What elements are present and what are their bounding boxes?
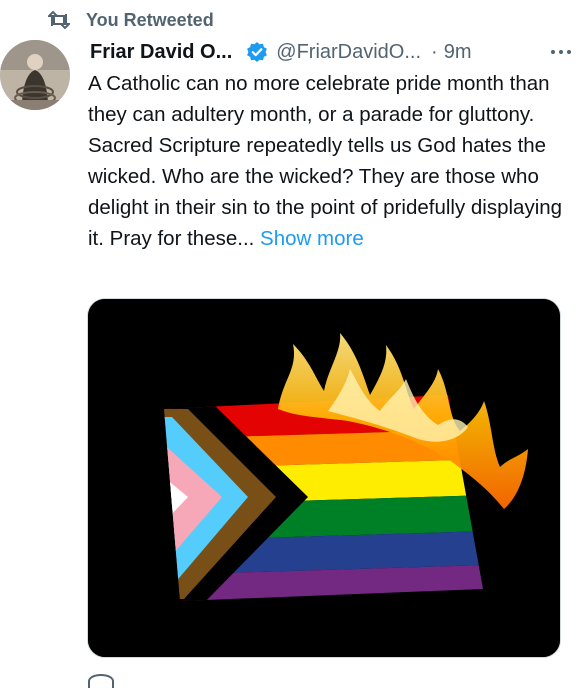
tweet-media-image[interactable] — [87, 298, 561, 658]
avatar[interactable] — [0, 40, 70, 110]
author-handle[interactable]: @FriarDavidO... — [276, 41, 421, 64]
show-more-link[interactable]: Show more — [260, 227, 364, 250]
timestamp[interactable]: 9m — [444, 41, 472, 64]
reply-icon-partial[interactable] — [88, 674, 114, 688]
author-name[interactable]: Friar David O... — [90, 41, 232, 64]
retweet-label: You Retweeted — [86, 9, 214, 30]
verified-badge-icon — [246, 41, 268, 63]
separator-dot: · — [431, 40, 438, 63]
retweet-indicator: You Retweeted — [48, 6, 214, 34]
more-options-icon[interactable] — [551, 50, 571, 54]
tweet-header: Friar David O... @FriarDavidO... · 9m — [90, 36, 571, 68]
tweet-body: A Catholic can no more celebrate pride m… — [88, 72, 563, 250]
burning-flag-image — [88, 299, 560, 657]
retweet-icon — [48, 11, 70, 29]
tweet-text: A Catholic can no more celebrate pride m… — [88, 68, 568, 254]
